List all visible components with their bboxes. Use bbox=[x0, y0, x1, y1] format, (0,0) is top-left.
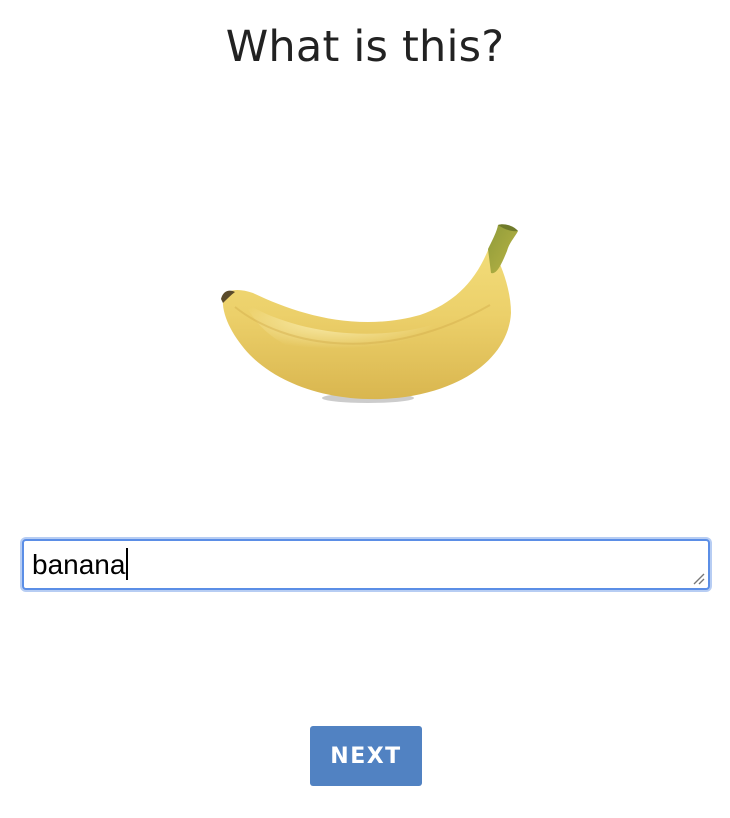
question-title: What is this? bbox=[225, 22, 505, 72]
resize-handle-icon[interactable] bbox=[691, 571, 705, 585]
quiz-page: What is this? banana NEXT bbox=[0, 0, 730, 818]
text-caret bbox=[126, 548, 129, 580]
answer-input[interactable]: banana bbox=[30, 547, 690, 583]
next-button[interactable]: NEXT bbox=[310, 726, 422, 786]
answer-text: banana bbox=[32, 549, 126, 580]
answer-field[interactable]: banana bbox=[22, 539, 710, 590]
banana-image bbox=[205, 215, 535, 415]
